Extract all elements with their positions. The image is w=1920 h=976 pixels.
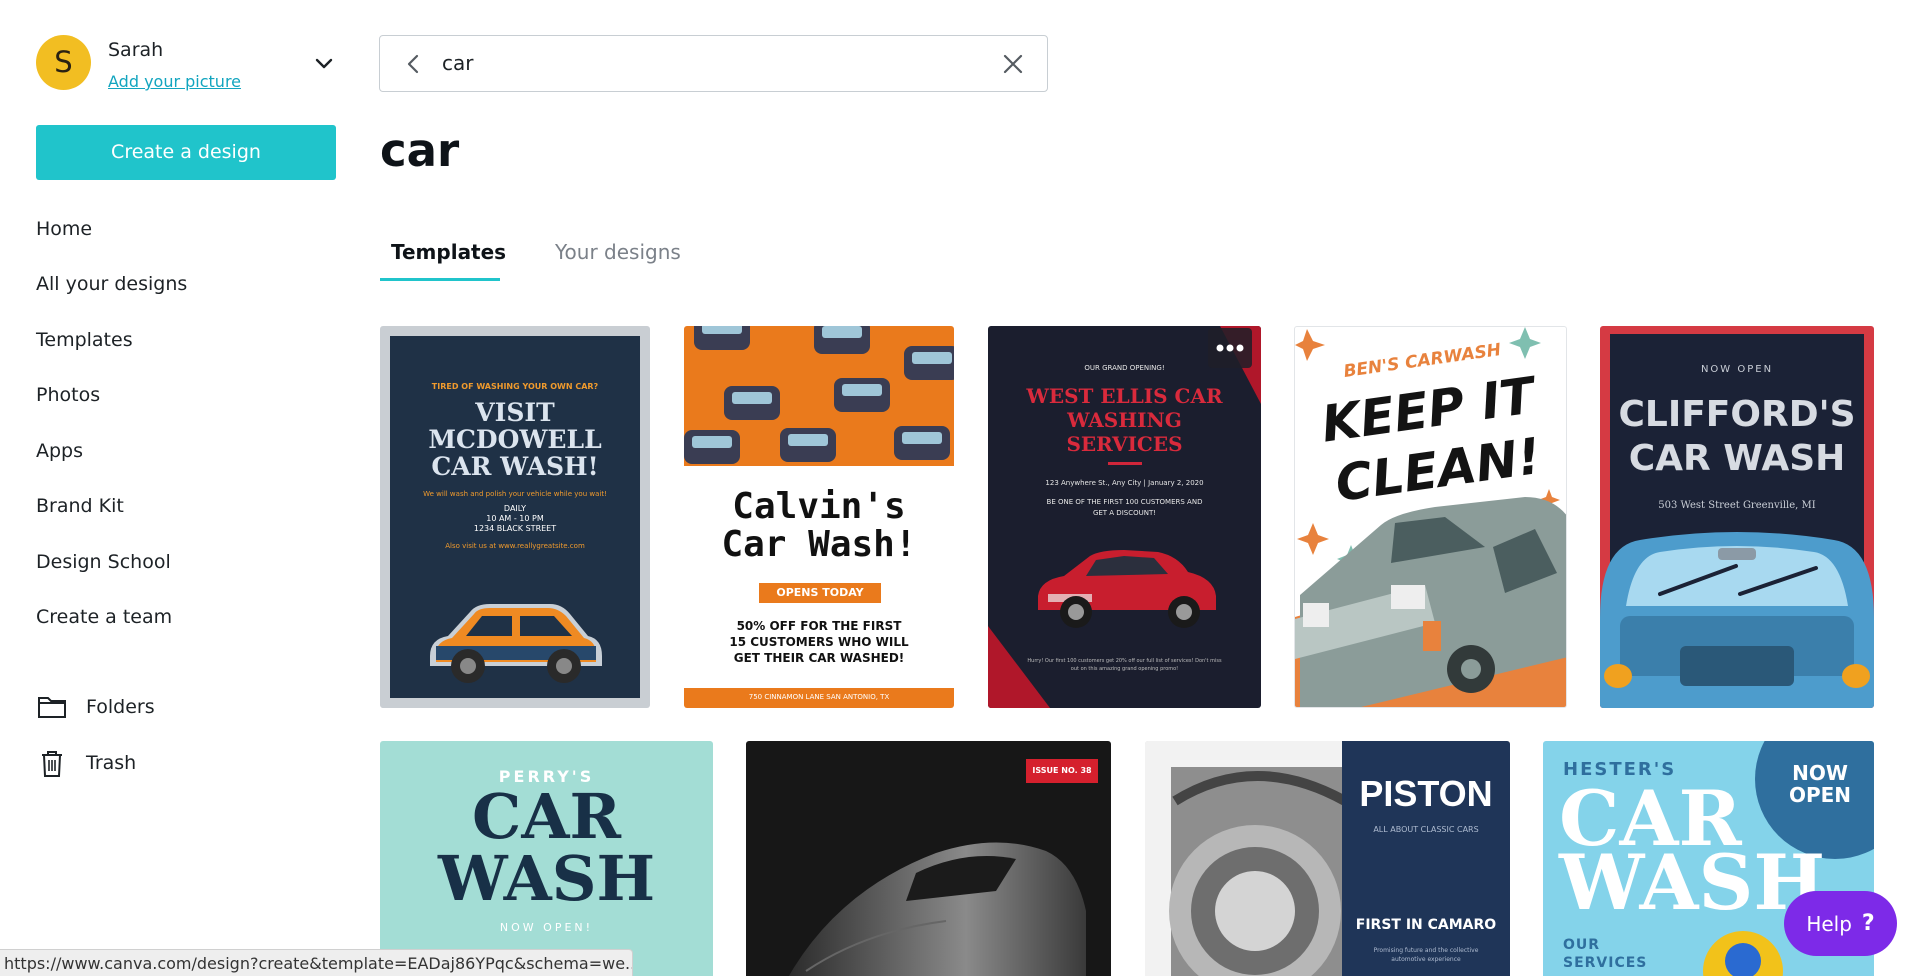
template-title: WEST ELLIS CAR (1026, 384, 1223, 408)
create-design-button[interactable]: Create a design (36, 125, 336, 180)
sidebar-item-apps[interactable]: Apps (36, 440, 83, 462)
taxi-pattern-illustration (684, 326, 954, 464)
help-button[interactable]: Help ? (1784, 891, 1897, 956)
magazine-panel: PISTON ALL ABOUT CLASSIC CARS FIRST IN C… (1342, 741, 1510, 976)
template-title: VISIT (475, 398, 555, 427)
sidebar-item-design-school[interactable]: Design School (36, 551, 171, 573)
sidebar-item-folders[interactable]: Folders (36, 692, 155, 722)
sidebar-item-photos[interactable]: Photos (36, 384, 100, 406)
status-bar-url: https://www.canva.com/design?create&temp… (0, 949, 633, 976)
sidebar: S Sarah Add your picture Create a design… (0, 0, 360, 976)
template-title: CAR (472, 780, 621, 853)
more-dots-icon (1216, 344, 1244, 352)
template-text: 750 CINNAMON LANE SAN ANTONIO, TX (748, 693, 890, 701)
template-text: Hurry! Our first 100 customers get 20% o… (1027, 658, 1222, 664)
template-card-issue-38[interactable]: ISSUE NO. 38 (746, 741, 1111, 976)
profile-name: Sarah (108, 39, 164, 61)
back-arrow-icon[interactable] (402, 52, 426, 76)
trash-label: Trash (86, 752, 137, 774)
search-bar[interactable]: car (379, 35, 1048, 92)
tab-your-designs[interactable]: Your designs (555, 240, 681, 264)
folder-icon (38, 697, 66, 718)
template-thumbnail: TIRED OF WASHING YOUR OWN CAR? VISIT MCD… (390, 336, 640, 698)
search-input[interactable]: car (442, 51, 473, 75)
template-text: 10 AM - 10 PM (486, 514, 544, 523)
profile-menu[interactable]: S Sarah Add your picture (36, 35, 346, 91)
template-title: WASHING (1067, 408, 1182, 432)
template-card-west-ellis[interactable]: OUR GRAND OPENING! WEST ELLIS CAR WASHIN… (988, 326, 1261, 708)
page-title: car (380, 124, 460, 177)
red-car-illustration (1038, 550, 1216, 628)
template-footer: 750 CINNAMON LANE SAN ANTONIO, TX (684, 688, 954, 708)
template-text: 1234 BLACK STREET (473, 524, 557, 533)
template-title: Car Wash! (721, 524, 917, 565)
template-text: GET A DISCOUNT! (1092, 509, 1157, 517)
template-text: 15 CUSTOMERS WHO WILL (729, 635, 909, 649)
template-title: PISTON (1359, 773, 1493, 814)
sports-car-photo (788, 842, 1086, 976)
template-title: Calvin's (732, 486, 906, 527)
template-text: FIRST IN CAMARO (1355, 917, 1497, 933)
active-tab-indicator (380, 278, 500, 281)
template-badge: NOW (1792, 761, 1848, 785)
trash-icon (42, 751, 62, 777)
template-text: Promising future and the collective (1373, 947, 1479, 954)
template-text: SERVICES (1563, 955, 1648, 971)
template-text: automotive experience (1391, 956, 1461, 963)
template-text: GET THEIR CAR WASHED! (733, 651, 905, 665)
template-title: CAR WASH! (431, 452, 599, 481)
sidebar-item-templates[interactable]: Templates (36, 329, 133, 351)
template-thumbnail (684, 326, 954, 466)
template-text: DAILY (503, 504, 527, 513)
template-text: TIRED OF WASHING YOUR OWN CAR? (431, 382, 599, 391)
blue-car-illustration (1600, 532, 1874, 708)
question-mark-icon: ? (1861, 911, 1875, 936)
template-text: NOW OPEN! (499, 921, 594, 934)
template-card-calvins[interactable]: Calvin's Car Wash! OPENS TODAY 50% OFF F… (684, 326, 954, 708)
template-card-bens-carwash[interactable]: BEN'S CARWASH KEEP IT CLEAN! (1294, 326, 1567, 708)
template-text: 123 Anywhere St., Any City | January 2, … (1045, 479, 1204, 487)
sidebar-item-home[interactable]: Home (36, 218, 92, 240)
template-text: We will wash and polish your vehicle whi… (423, 490, 607, 498)
template-card-piston[interactable]: PISTON ALL ABOUT CLASSIC CARS FIRST IN C… (1145, 741, 1510, 976)
template-text: 50% OFF FOR THE FIRST (736, 619, 902, 633)
sidebar-item-trash[interactable]: Trash (36, 748, 136, 778)
headlight-photo (1145, 741, 1345, 976)
template-card-cliffords[interactable]: NOW OPEN CLIFFORD'S CAR WASH 503 West St… (1600, 326, 1874, 708)
template-badge: OPEN (1788, 783, 1852, 807)
template-card-mcdowell[interactable]: TIRED OF WASHING YOUR OWN CAR? VISIT MCD… (380, 326, 650, 708)
template-text: Also visit us at www.reallygreatsite.com (445, 542, 585, 550)
tab-templates[interactable]: Templates (391, 240, 506, 264)
template-text: ALL ABOUT CLASSIC CARS (1373, 825, 1479, 834)
template-title: SERVICES (1066, 432, 1183, 456)
template-title: WASH (1559, 838, 1826, 927)
chevron-down-icon[interactable] (312, 51, 336, 75)
avatar[interactable]: S (36, 35, 91, 90)
add-picture-link[interactable]: Add your picture (108, 72, 241, 91)
sidebar-item-create-team[interactable]: Create a team (36, 606, 172, 628)
template-text: BE ONE OF THE FIRST 100 CUSTOMERS AND (1046, 498, 1203, 506)
more-options-button[interactable] (1208, 328, 1252, 368)
template-text: out on this amazing grand opening promo! (1070, 666, 1179, 672)
car-illustration (430, 604, 602, 683)
template-card-perrys[interactable]: PERRY'S CAR WASH NOW OPEN! (380, 741, 713, 976)
sidebar-item-brand-kit[interactable]: Brand Kit (36, 495, 124, 517)
sidebar-item-all-designs[interactable]: All your designs (36, 273, 187, 295)
help-label: Help (1806, 911, 1852, 936)
template-badge: OPENS TODAY (759, 583, 881, 603)
close-icon[interactable] (1002, 53, 1024, 75)
template-title: WASH (437, 842, 656, 915)
template-text: OUR (1563, 937, 1601, 953)
folders-label: Folders (86, 696, 155, 718)
template-title: MCDOWELL (428, 425, 602, 454)
